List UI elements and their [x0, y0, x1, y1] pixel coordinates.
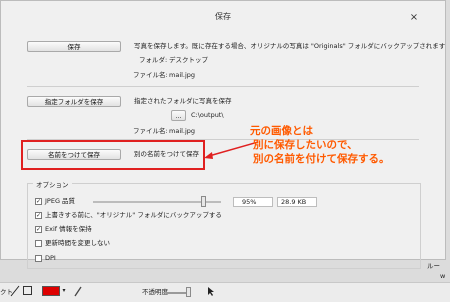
jpeg-quality-checkbox[interactable]: ✓ — [35, 198, 42, 205]
save-to-folder-button[interactable]: 指定フォルダを保存 — [27, 96, 121, 107]
jpeg-quality-slider-thumb[interactable] — [201, 196, 206, 207]
jpeg-quality-value[interactable]: 95% — [233, 197, 273, 207]
save-to-folder-description: 指定されたフォルダに写真を保存 — [134, 97, 232, 105]
eyedropper-icon[interactable] — [74, 285, 82, 297]
jpeg-size-value: 28.9 KB — [277, 197, 317, 207]
background-text: ルー — [427, 262, 440, 270]
rectangle-tool-icon[interactable] — [23, 286, 32, 295]
keep-time-checkbox[interactable] — [35, 240, 42, 247]
opacity-label: 不透明度 — [142, 288, 168, 296]
jpeg-quality-label: JPEG 品質 — [45, 197, 76, 205]
annotation-line-1: 元の画像とは — [250, 125, 313, 137]
annotation-line-3: 別の名前を付けて保存する。 — [253, 153, 390, 165]
save-description: 写真を保存します。既に存在する場合、オリジナルの写真は "Originals" … — [134, 42, 446, 50]
dpi-checkbox[interactable] — [35, 255, 42, 262]
folder-filename-label: ファイル名: — [133, 127, 168, 135]
close-icon[interactable]: × — [404, 11, 424, 25]
folder-filename-value: mail.jpg — [169, 127, 196, 135]
separator — [27, 86, 419, 87]
dpi-label: DPI — [45, 254, 56, 262]
opacity-slider-thumb[interactable] — [186, 287, 191, 297]
cursor-icon[interactable] — [207, 286, 215, 297]
keep-time-label: 更新時間を変更しない — [45, 239, 110, 247]
highlight-box — [21, 140, 205, 170]
line-tool-icon[interactable] — [10, 285, 20, 297]
save-dialog: 保存 × 保存 写真を保存します。既に存在する場合、オリジナルの写真は "Ori… — [0, 0, 446, 269]
annotation-line-2: 別に保存したいので、 — [253, 139, 358, 151]
backup-label: 上書きする前に、"オリジナル" フォルダにバックアップする — [45, 211, 222, 219]
exif-label: Exif 情報を保持 — [45, 225, 92, 233]
backup-checkbox[interactable]: ✓ — [35, 212, 42, 219]
arrow-icon — [204, 141, 259, 159]
save-button[interactable]: 保存 — [27, 41, 121, 52]
options-legend: オプション — [33, 179, 72, 189]
save-folder-label: フォルダ: — [139, 56, 168, 64]
save-filename-label: ファイル名: — [133, 71, 168, 79]
background-text: w — [440, 272, 446, 280]
output-path: C:\output\ — [191, 111, 224, 119]
save-filename-value: mail.jpg — [169, 71, 196, 79]
exif-checkbox[interactable]: ✓ — [35, 226, 42, 233]
chevron-down-icon[interactable]: ▾ — [60, 286, 68, 296]
browse-button[interactable]: ... — [171, 110, 186, 121]
color-swatch[interactable] — [42, 286, 60, 296]
save-folder-value: デスクトップ — [169, 56, 208, 64]
dialog-title: 保存 — [215, 12, 231, 21]
